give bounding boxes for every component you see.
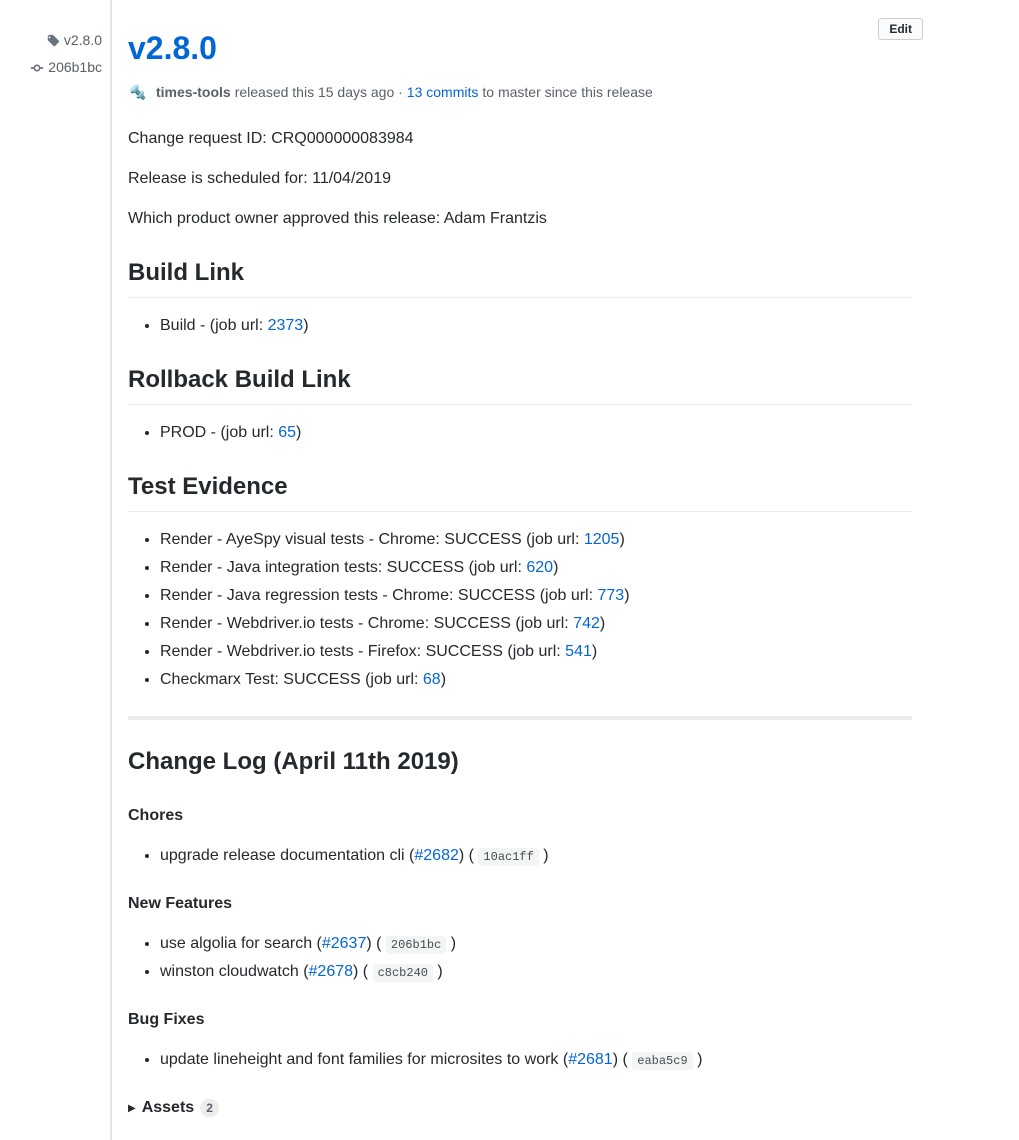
commit-sha[interactable]: c8cb240 xyxy=(373,964,433,982)
job-link[interactable]: 541 xyxy=(565,643,592,660)
commits-link[interactable]: 13 commits xyxy=(407,82,479,103)
tag-icon xyxy=(46,34,60,48)
issue-link[interactable]: #2681 xyxy=(568,1051,613,1068)
test-evidence-heading: Test Evidence xyxy=(128,469,912,512)
tag-row[interactable]: v2.8.0 xyxy=(0,30,102,51)
build-link-list: Build - (job url: 2373) xyxy=(128,314,912,338)
list-item: use algolia for search (#2637) ( 206b1bc… xyxy=(160,932,912,956)
features-list: use algolia for search (#2637) ( 206b1bc… xyxy=(128,932,912,984)
issue-link[interactable]: #2637 xyxy=(322,935,367,952)
desc-line-2: Release is scheduled for: 11/04/2019 xyxy=(128,167,912,191)
build-link-heading: Build Link xyxy=(128,255,912,298)
chores-heading: Chores xyxy=(128,804,912,828)
commit-row[interactable]: 206b1bc xyxy=(0,57,102,78)
commit-icon xyxy=(30,61,44,75)
commit-sha[interactable]: 10ac1ff xyxy=(478,848,538,866)
issue-link[interactable]: #2678 xyxy=(309,963,354,980)
release-description: Change request ID: CRQ000000083984 Relea… xyxy=(128,127,912,231)
issue-link[interactable]: #2682 xyxy=(414,847,459,864)
list-item: update lineheight and font families for … xyxy=(160,1048,912,1072)
desc-line-1: Change request ID: CRQ000000083984 xyxy=(128,127,912,151)
job-link[interactable]: 2373 xyxy=(268,317,304,334)
assets-label: Assets xyxy=(142,1096,194,1120)
released-text: released this 15 days ago · xyxy=(235,82,403,103)
job-link[interactable]: 1205 xyxy=(584,531,620,548)
release-main: Edit v2.8.0 🔩 times-tools released this … xyxy=(112,0,1019,1140)
commit-label: 206b1bc xyxy=(48,57,102,78)
branch-text: to master since this release xyxy=(482,82,652,103)
list-item: PROD - (job url: 65) xyxy=(160,421,912,445)
list-item: Render - Webdriver.io tests - Chrome: SU… xyxy=(160,612,912,636)
rollback-heading: Rollback Build Link xyxy=(128,362,912,405)
assets-toggle[interactable]: ▶ Assets 2 xyxy=(128,1096,912,1120)
assets-count: 2 xyxy=(200,1099,219,1117)
rollback-list: PROD - (job url: 65) xyxy=(128,421,912,445)
divider xyxy=(128,716,912,720)
tag-label: v2.8.0 xyxy=(64,30,102,51)
release-meta: 🔩 times-tools released this 15 days ago … xyxy=(128,82,912,103)
job-link[interactable]: 620 xyxy=(526,559,553,576)
avatar-icon: 🔩 xyxy=(128,83,148,103)
job-link[interactable]: 742 xyxy=(573,615,600,632)
commit-sha[interactable]: 206b1bc xyxy=(386,936,446,954)
chores-list: upgrade release documentation cli (#2682… xyxy=(128,844,912,868)
list-item: Render - Java integration tests: SUCCESS… xyxy=(160,556,912,580)
bugfixes-heading: Bug Fixes xyxy=(128,1008,912,1032)
job-link[interactable]: 68 xyxy=(423,671,441,688)
changelog-heading: Change Log (April 11th 2019) xyxy=(128,744,912,780)
job-link[interactable]: 773 xyxy=(597,587,624,604)
list-item: winston cloudwatch (#2678) ( c8cb240 ) xyxy=(160,960,912,984)
desc-line-3: Which product owner approved this releas… xyxy=(128,207,912,231)
list-item: Build - (job url: 2373) xyxy=(160,314,912,338)
commit-sha[interactable]: eaba5c9 xyxy=(632,1052,692,1070)
list-item: Render - Webdriver.io tests - Firefox: S… xyxy=(160,640,912,664)
bugfixes-list: update lineheight and font families for … xyxy=(128,1048,912,1072)
list-item: upgrade release documentation cli (#2682… xyxy=(160,844,912,868)
job-link[interactable]: 65 xyxy=(278,424,296,441)
triangle-right-icon: ▶ xyxy=(128,1101,136,1116)
features-heading: New Features xyxy=(128,892,912,916)
list-item: Checkmarx Test: SUCCESS (job url: 68) xyxy=(160,668,912,692)
author-name[interactable]: times-tools xyxy=(156,82,231,103)
list-item: Render - AyeSpy visual tests - Chrome: S… xyxy=(160,528,912,552)
release-title[interactable]: v2.8.0 xyxy=(128,24,912,72)
test-evidence-list: Render - AyeSpy visual tests - Chrome: S… xyxy=(128,528,912,692)
list-item: Render - Java regression tests - Chrome:… xyxy=(160,584,912,608)
edit-button[interactable]: Edit xyxy=(878,18,923,40)
release-sidebar: v2.8.0 206b1bc xyxy=(0,0,112,1140)
